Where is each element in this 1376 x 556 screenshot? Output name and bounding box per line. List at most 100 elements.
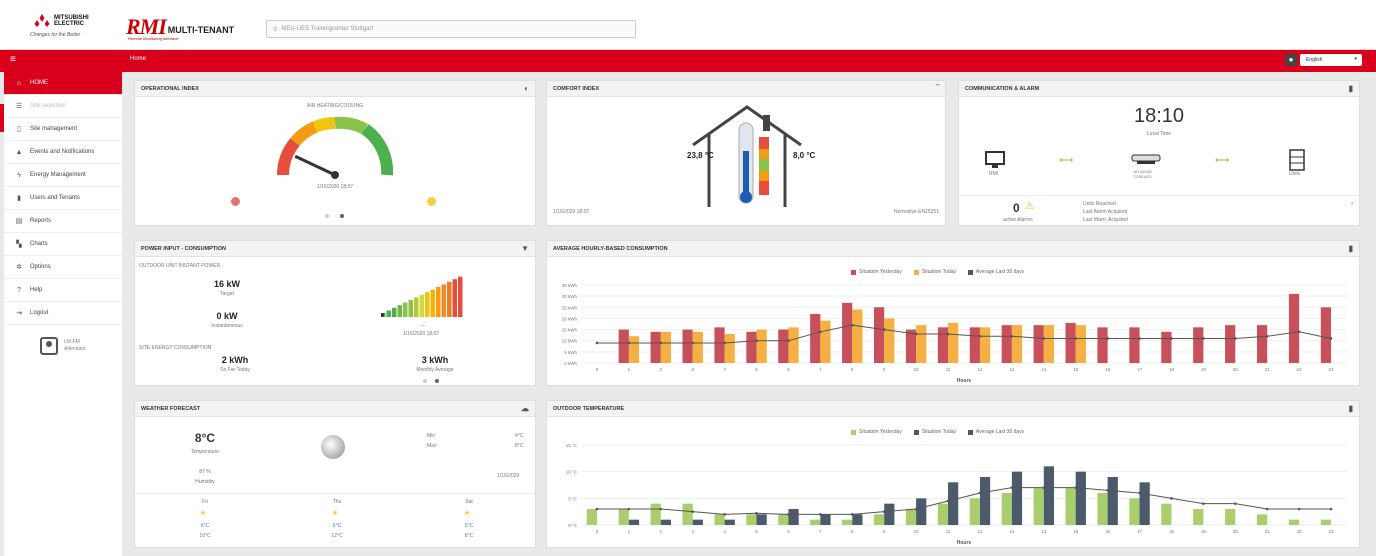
bar-yesterday[interactable]: [714, 327, 725, 363]
pager-dot[interactable]: [423, 379, 427, 383]
sidebar-item-help[interactable]: ? Help: [4, 279, 122, 302]
bar-today[interactable]: [692, 519, 703, 525]
bar-yesterday[interactable]: [969, 327, 980, 363]
bar-today[interactable]: [756, 329, 767, 363]
bar-today[interactable]: [1043, 325, 1055, 363]
battery-icon[interactable]: ▮: [1349, 84, 1353, 93]
bar-yesterday[interactable]: [650, 331, 661, 363]
bar-today[interactable]: [916, 498, 927, 525]
sidebar-item-events-and-notifications[interactable]: ▲ Events and Notifications: [4, 141, 122, 164]
sidebar-item-site-management[interactable]: ▯ Site management: [4, 118, 122, 141]
gauge-icon[interactable]: ◐: [524, 84, 529, 93]
chevron-right-icon[interactable]: ›: [1351, 201, 1353, 207]
bar-yesterday[interactable]: [618, 509, 629, 525]
site-search-input[interactable]: ⚲ MEU-UES Trainingcenter Stuttgart: [266, 20, 636, 38]
bar-yesterday[interactable]: [969, 498, 980, 525]
bar-yesterday[interactable]: [1193, 509, 1204, 525]
bar-yesterday[interactable]: [1193, 327, 1204, 363]
bar-yesterday[interactable]: [1129, 327, 1140, 363]
user-card[interactable]: LM-FM Attendant: [4, 325, 122, 355]
bar-today[interactable]: [979, 327, 991, 363]
bar-today[interactable]: [1011, 325, 1023, 363]
bar-yesterday[interactable]: [1256, 325, 1268, 363]
bar-yesterday[interactable]: [682, 329, 693, 363]
sidebar-item-site-selection[interactable]: ☰ Site selection: [4, 95, 122, 118]
bar-today[interactable]: [1011, 471, 1023, 525]
plug-icon[interactable]: ▼: [521, 244, 529, 253]
bar-today[interactable]: [1043, 466, 1055, 525]
sidebar-item-logout[interactable]: ⇥ Logout: [4, 302, 122, 325]
bar-today[interactable]: [852, 309, 863, 363]
legend-item[interactable]: Situation Yesterday: [851, 269, 902, 275]
bar-yesterday[interactable]: [682, 503, 693, 525]
bar-yesterday[interactable]: [1033, 325, 1044, 363]
bar-yesterday[interactable]: [1001, 493, 1012, 525]
bar-yesterday[interactable]: [650, 503, 661, 525]
bar-today[interactable]: [788, 509, 799, 525]
bar-yesterday[interactable]: [778, 514, 789, 525]
bar-today[interactable]: [1075, 325, 1086, 363]
bar-yesterday[interactable]: [905, 329, 917, 363]
bar-today[interactable]: [884, 318, 895, 363]
bar-today[interactable]: [1107, 477, 1118, 525]
bar-today[interactable]: [820, 320, 831, 363]
bar-today[interactable]: [756, 514, 767, 525]
bar-yesterday[interactable]: [586, 509, 597, 525]
breadcrumb[interactable]: Home: [130, 56, 146, 62]
bar-today[interactable]: [660, 331, 672, 363]
bar-today[interactable]: [979, 477, 991, 525]
bar-chart-icon[interactable]: ▮: [1349, 404, 1353, 413]
legend-item[interactable]: Situation Today: [913, 269, 956, 275]
bar-yesterday[interactable]: [810, 313, 821, 363]
bar-yesterday[interactable]: [1001, 325, 1012, 363]
bar-yesterday[interactable]: [746, 514, 757, 525]
bar-yesterday[interactable]: [778, 329, 789, 363]
bar-yesterday[interactable]: [1161, 331, 1172, 363]
language-select[interactable]: English ▾: [1300, 54, 1362, 66]
bar-today[interactable]: [724, 519, 735, 525]
bar-today[interactable]: [852, 514, 863, 525]
legend-item[interactable]: Situation Today: [913, 429, 956, 435]
pager-dot[interactable]: [325, 214, 329, 218]
bar-today[interactable]: [692, 331, 703, 363]
sidebar-item-users-and-tenants[interactable]: ▮ Users and Tenants: [4, 187, 122, 210]
bar-yesterday[interactable]: [618, 329, 629, 363]
bar-yesterday[interactable]: [1065, 322, 1076, 363]
thermometer-icon[interactable]: ‾: [936, 84, 939, 93]
bar-today[interactable]: [1139, 482, 1150, 525]
bar-yesterday[interactable]: [1225, 509, 1236, 525]
sidebar-item-reports[interactable]: ▤ Reports: [4, 210, 122, 233]
bar-today[interactable]: [1075, 471, 1086, 525]
bar-today[interactable]: [884, 503, 895, 525]
legend-item[interactable]: Average Last 30 days: [967, 429, 1024, 435]
sidebar-item-home[interactable]: ⌂ HOME: [4, 72, 122, 95]
bar-yesterday[interactable]: [905, 509, 917, 525]
bar-chart-icon[interactable]: ▮: [1349, 244, 1353, 253]
bar-today[interactable]: [628, 336, 640, 363]
bar-yesterday[interactable]: [842, 302, 853, 363]
bar-yesterday[interactable]: [1097, 327, 1108, 363]
bar-yesterday[interactable]: [1033, 487, 1044, 525]
bar-yesterday[interactable]: [1320, 519, 1332, 525]
bar-yesterday[interactable]: [842, 519, 853, 525]
bar-today[interactable]: [916, 325, 927, 363]
legend-item[interactable]: Situation Yesterday: [851, 429, 902, 435]
bar-yesterday[interactable]: [1161, 503, 1172, 525]
legend-item[interactable]: Average Last 30 days: [967, 269, 1024, 275]
sidebar-item-energy-management[interactable]: ϟ Energy Management: [4, 164, 122, 187]
bar-today[interactable]: [724, 334, 735, 363]
bar-today[interactable]: [948, 482, 959, 525]
pager-dot[interactable]: [340, 214, 344, 218]
bar-yesterday[interactable]: [746, 331, 757, 363]
bar-yesterday[interactable]: [714, 514, 725, 525]
bar-yesterday[interactable]: [810, 519, 821, 525]
bar-yesterday[interactable]: [937, 503, 949, 525]
hamburger-menu-icon[interactable]: ≡: [10, 55, 16, 65]
sidebar-item-charts[interactable]: ▚ Charts: [4, 233, 122, 256]
bar-yesterday[interactable]: [1065, 487, 1076, 525]
bar-yesterday[interactable]: [937, 327, 949, 363]
pager-dot[interactable]: [435, 379, 439, 383]
sidebar-item-options[interactable]: ✲ Options: [4, 256, 122, 279]
bar-yesterday[interactable]: [1129, 498, 1140, 525]
bar-yesterday[interactable]: [1225, 325, 1236, 363]
